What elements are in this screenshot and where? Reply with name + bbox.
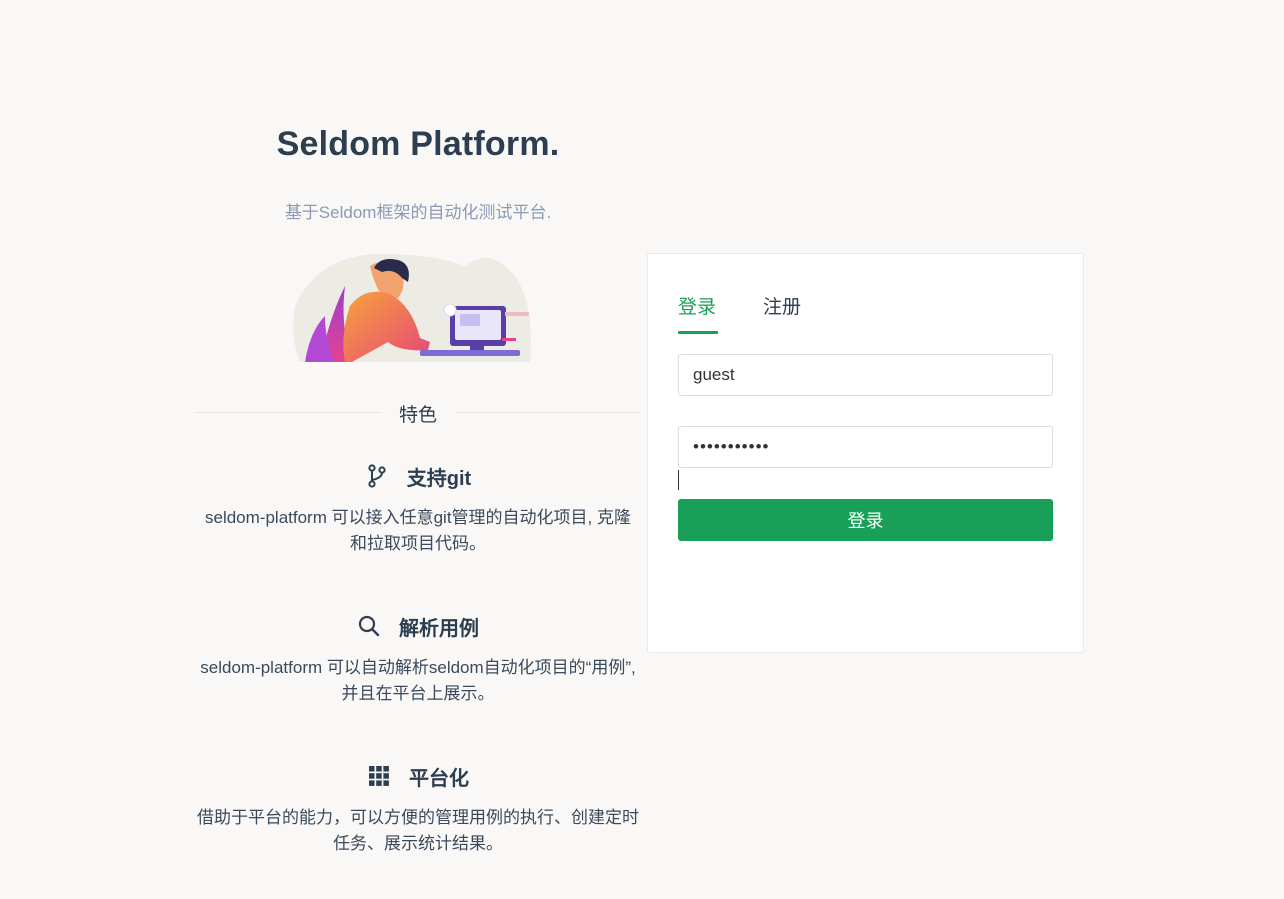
features-divider: 特色: [195, 400, 641, 426]
search-icon: [357, 614, 381, 638]
feature-parse-cases: 解析用例 seldom-platform 可以自动解析seldom自动化项目的“…: [195, 611, 641, 707]
feature-git: 支持git seldom-platform 可以接入任意git管理的自动化项目,…: [195, 461, 641, 557]
divider-line-right: [455, 412, 641, 413]
feature-title: 解析用例: [399, 617, 479, 640]
username-input[interactable]: [678, 354, 1053, 396]
login-page: Seldom Platform. 基于Seldom框架的自动化测试平台. 特色 …: [0, 0, 1284, 899]
text-cursor: [678, 470, 679, 490]
git-branch-icon: [365, 464, 389, 488]
feature-title: 支持git: [406, 467, 472, 490]
login-button[interactable]: 登录: [678, 499, 1053, 541]
password-input[interactable]: [678, 426, 1053, 468]
feature-title: 平台化: [409, 767, 469, 790]
feature-platform: 平台化 借助于平台的能力，可以方便的管理用例的执行、创建定时任务、展示统计结果。: [195, 761, 641, 857]
tab-register[interactable]: 注册: [763, 292, 801, 336]
feature-description: seldom-platform 可以自动解析seldom自动化项目的“用例”, …: [200, 658, 636, 703]
grid-icon: [367, 764, 391, 788]
divider-line-left: [195, 412, 381, 413]
auth-card: 登录 注册 登录: [647, 253, 1084, 653]
platform-title: Seldom Platform.: [276, 125, 560, 163]
feature-description: seldom-platform 可以接入任意git管理的自动化项目, 克隆和拉取…: [205, 508, 631, 553]
feature-description: 借助于平台的能力，可以方便的管理用例的执行、创建定时任务、展示统计结果。: [197, 808, 639, 853]
developer-illustration: [290, 246, 540, 362]
features-heading: 特色: [398, 405, 437, 426]
platform-subtitle: 基于Seldom框架的自动化测试平台.: [284, 203, 552, 222]
active-tab-indicator: [678, 331, 718, 334]
tab-login[interactable]: 登录: [678, 292, 716, 336]
auth-tabs: 登录 注册: [678, 292, 1054, 336]
